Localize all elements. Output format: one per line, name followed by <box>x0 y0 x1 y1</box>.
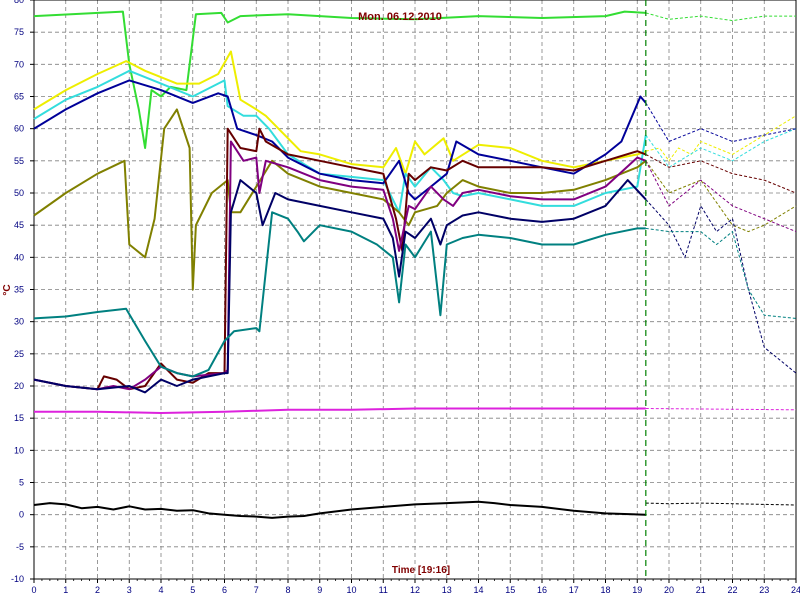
x-tick-label: 20 <box>664 585 674 595</box>
y-tick-label: 45 <box>14 220 24 230</box>
y-tick-label: 35 <box>14 285 24 295</box>
y-tick-label: -10 <box>11 574 24 584</box>
x-tick-label: 24 <box>791 585 800 595</box>
x-tick-label: 22 <box>727 585 737 595</box>
y-tick-label: 80 <box>14 0 24 5</box>
x-tick-label: 14 <box>473 585 483 595</box>
x-tick-label: 19 <box>632 585 642 595</box>
temperature-chart: -10 -5 0 5 10 15 20 25 30 35 40 45 50 55 60 65 70 75 80 01… <box>0 0 800 600</box>
x-tick-label: 4 <box>158 585 163 595</box>
x-tick-label: 8 <box>285 585 290 595</box>
y-tick-label: -5 <box>16 542 24 552</box>
x-tick-label: 5 <box>190 585 195 595</box>
y-axis-title: °C <box>2 284 13 295</box>
x-tick-label: 0 <box>31 585 36 595</box>
y-tick-label: 10 <box>14 445 24 455</box>
y-tick-label: 30 <box>14 317 24 327</box>
y-tick-label: 40 <box>14 252 24 262</box>
x-tick-label: 3 <box>127 585 132 595</box>
x-tick-label: 11 <box>379 585 388 595</box>
y-tick-label: 5 <box>19 478 24 488</box>
x-axis-title: Time [19:16] <box>392 565 450 576</box>
x-tick-label: 12 <box>410 585 420 595</box>
x-tick-label: 18 <box>600 585 610 595</box>
x-tick-label: 15 <box>505 585 515 595</box>
y-tick-label: 55 <box>14 156 24 166</box>
x-tick-label: 9 <box>317 585 322 595</box>
x-tick-label: 2 <box>95 585 100 595</box>
x-tick-label: 21 <box>696 585 706 595</box>
chart-title: Mon. 06.12.2010 <box>358 11 442 23</box>
y-tick-label: 25 <box>14 349 24 359</box>
x-tick-label: 1 <box>63 585 68 595</box>
y-tick-label: 65 <box>14 92 24 102</box>
x-tick-label: 10 <box>346 585 356 595</box>
y-tick-label: 20 <box>14 381 24 391</box>
x-tick-label: 17 <box>569 585 579 595</box>
x-tick-label: 16 <box>537 585 547 595</box>
y-tick-label: 70 <box>14 59 24 69</box>
x-tick-label: 6 <box>222 585 227 595</box>
y-tick-label: 15 <box>14 413 24 423</box>
y-tick-label: 50 <box>14 188 24 198</box>
y-tick-label: 75 <box>14 27 24 37</box>
x-tick-label: 7 <box>254 585 259 595</box>
chart-svg: -10-505101520253035404550556065707580 01… <box>0 0 800 600</box>
y-tick-label: 0 <box>19 510 24 520</box>
x-tick-label: 13 <box>442 585 452 595</box>
x-tick-label: 23 <box>759 585 769 595</box>
y-tick-label: 60 <box>14 124 24 134</box>
